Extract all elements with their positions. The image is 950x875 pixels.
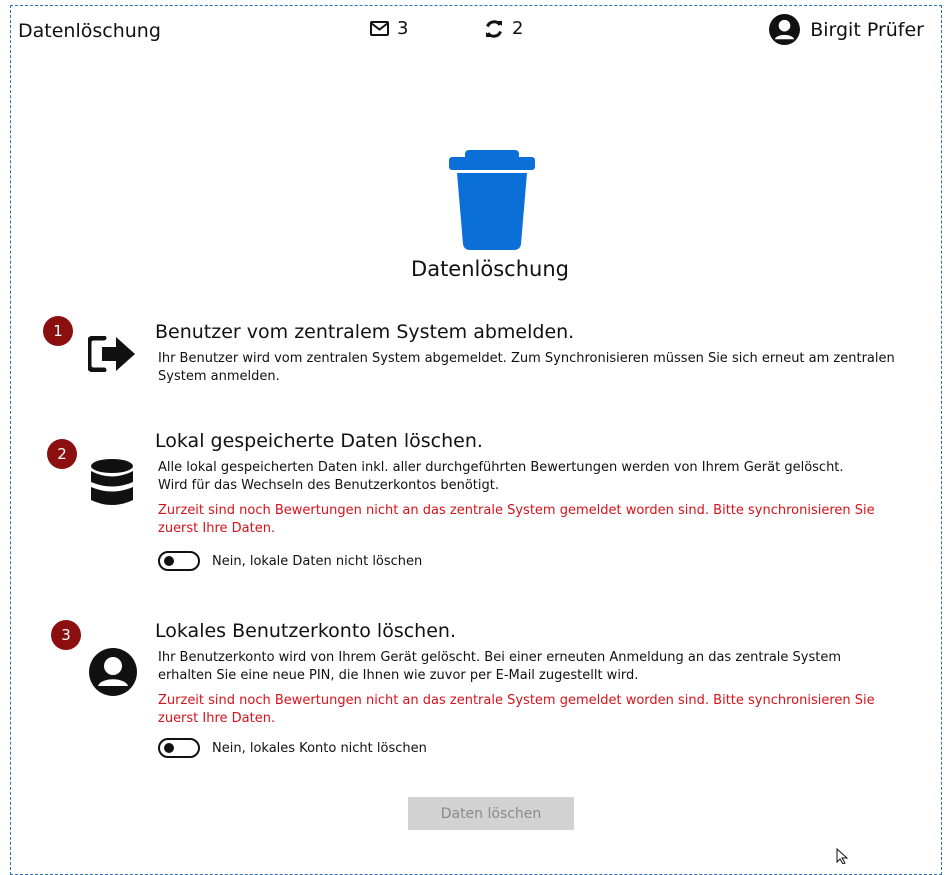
step-badge-1: 1	[43, 316, 73, 346]
user-circle-icon	[89, 648, 137, 696]
section-title-logout: Benutzer vom zentralem System abmelden.	[155, 321, 575, 343]
user-avatar-icon	[769, 14, 801, 45]
section-desc-local-data-2: Wird für das Wechseln des Benutzerkontos…	[158, 478, 499, 493]
sync-indicator[interactable]: 2	[484, 18, 523, 39]
section-desc-local-data-1: Alle lokal gespeicherten Daten inkl. all…	[158, 460, 844, 475]
mouse-cursor	[836, 847, 850, 868]
toggle-row-local-data: Nein, lokale Daten nicht löschen	[158, 551, 422, 571]
user-section-icon	[88, 647, 138, 701]
section-title-local-account: Lokales Benutzerkonto löschen.	[155, 620, 456, 642]
step-badge-2: 2	[47, 439, 77, 469]
delete-local-account-toggle[interactable]	[158, 738, 200, 758]
section-warning-local-data: Zurzeit sind noch Bewertungen nicht an d…	[158, 503, 875, 536]
trash-icon	[449, 150, 535, 250]
toggle-label-local-account: Nein, lokales Konto nicht löschen	[212, 740, 427, 756]
app-title: Datenlöschung	[18, 20, 161, 42]
sync-icon	[486, 19, 502, 38]
delete-local-data-toggle[interactable]	[158, 551, 200, 571]
database-icon	[91, 459, 133, 505]
toggle-row-local-account: Nein, lokales Konto nicht löschen	[158, 738, 427, 758]
messages-count: 3	[397, 18, 409, 39]
user-name: Birgit Prüfer	[810, 18, 924, 41]
page-title: Datenlöschung	[411, 257, 569, 281]
database-section-icon	[90, 458, 134, 512]
section-desc-logout: Ihr Benutzer wird vom zentralen System a…	[158, 351, 895, 384]
toggle-label-local-data: Nein, lokale Daten nicht löschen	[212, 553, 423, 569]
section-warning-local-account: Zurzeit sind noch Bewertungen nicht an d…	[158, 693, 875, 726]
sign-out-section-icon	[86, 335, 136, 376]
cursor-arrow-icon	[836, 847, 849, 865]
user-menu[interactable]: Birgit Prüfer	[769, 14, 924, 45]
delete-data-button[interactable]: Daten löschen	[408, 797, 574, 830]
messages-indicator[interactable]: 3	[370, 18, 408, 39]
section-desc-local-account: Ihr Benutzerkonto wird von Ihrem Gerät g…	[158, 650, 842, 683]
top-bar: Datenlöschung 3 2 Birgit Prüfer	[0, 0, 950, 60]
step-badge-3: 3	[51, 620, 81, 650]
envelope-icon	[370, 21, 389, 36]
sign-out-icon	[86, 335, 135, 373]
sync-count: 2	[512, 18, 524, 39]
section-title-local-data: Lokal gespeicherte Daten löschen.	[155, 430, 483, 452]
hero-trash	[447, 150, 537, 256]
